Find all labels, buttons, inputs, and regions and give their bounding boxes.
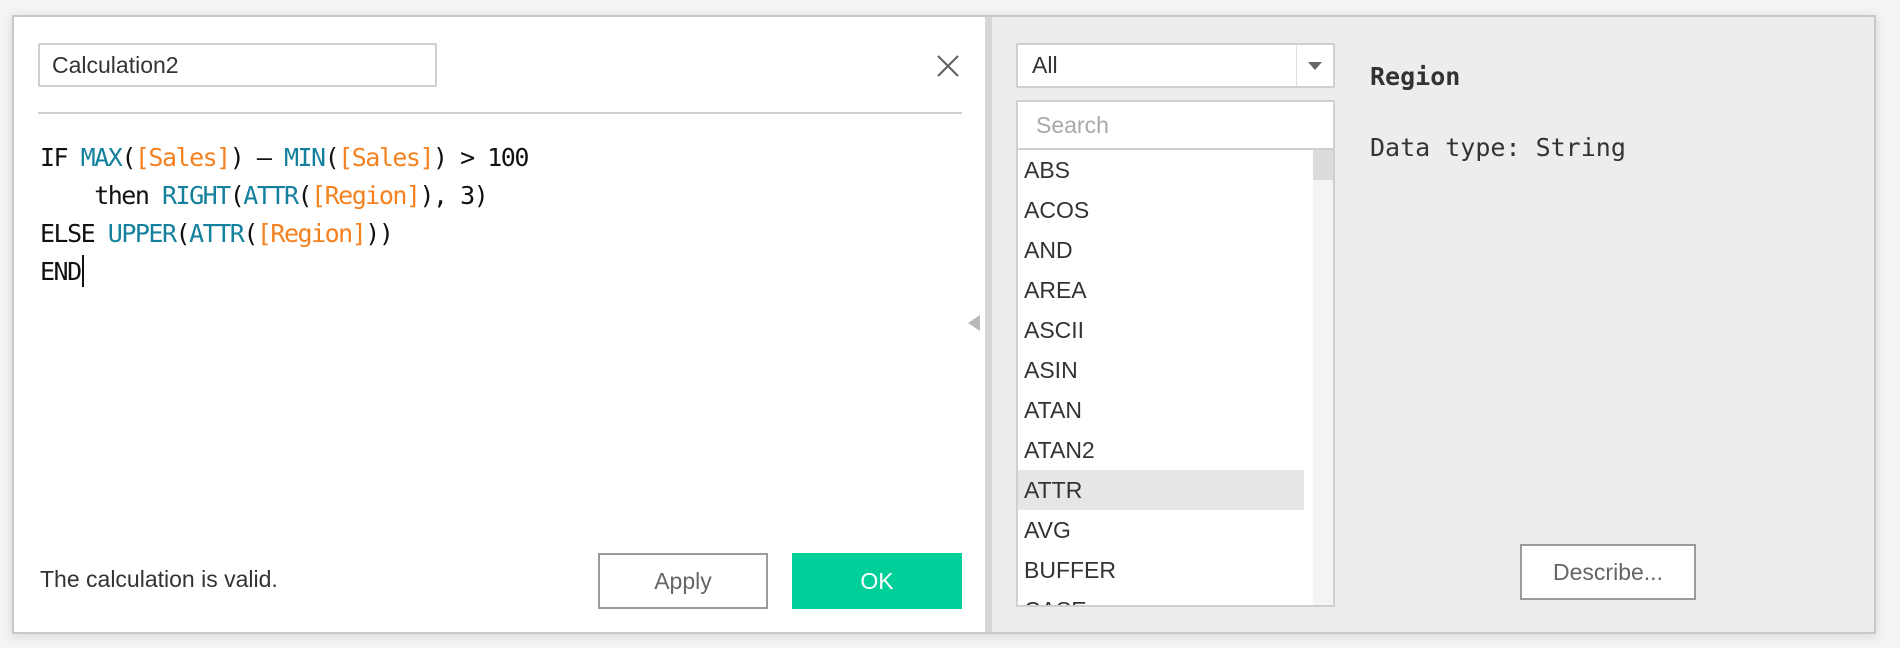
formula-field: [Region] [256,219,367,248]
function-list-item[interactable]: ATTR [1018,470,1304,510]
function-category-dropdown[interactable]: All [1016,43,1335,88]
formula-text: ELSE [40,219,108,248]
function-list-item[interactable]: ATAN [1018,390,1304,430]
function-list-item[interactable]: ASIN [1018,350,1304,390]
formula-text: END [40,257,82,286]
function-list-item[interactable]: ACOS [1018,190,1304,230]
formula-text: then [40,181,162,210]
function-list-item[interactable]: ATAN2 [1018,430,1304,470]
text-cursor [81,255,84,287]
function-list-item[interactable]: ASCII [1018,310,1304,350]
formula-text: ) – [229,143,284,172]
formula-text: ( [297,181,313,210]
function-list-item[interactable]: AVG [1018,510,1304,550]
chevron-down-icon [1308,62,1322,70]
formula-text: ) > 100 [433,143,529,172]
formula-function: ATTR [243,181,299,210]
apply-button[interactable]: Apply [598,553,768,609]
formula-text: ( [229,181,245,210]
formula-text: )) [365,219,394,248]
ok-button[interactable]: OK [792,553,962,609]
function-list-item[interactable]: AND [1018,230,1304,270]
list-scrollbar[interactable] [1313,150,1333,605]
formula-field: [Sales] [134,143,231,172]
calculation-name-input[interactable] [38,43,437,87]
formula-function: RIGHT [161,181,231,210]
collapse-arrow-icon[interactable] [968,315,980,331]
formula-text: IF [40,143,81,172]
formula-function: UPPER [107,219,177,248]
validation-status: The calculation is valid. [40,566,278,592]
dropdown-divider [1296,45,1297,86]
calc-editor-panel: IF MAX([Sales]) – MIN([Sales]) > 100 the… [14,17,985,632]
close-button[interactable] [934,52,962,80]
scrollbar-thumb[interactable] [1313,150,1333,180]
header-divider [38,112,962,114]
formula-function: ATTR [189,219,245,248]
describe-button[interactable]: Describe... [1520,544,1696,600]
close-icon [937,55,959,77]
formula-line: ELSE UPPER(ATTR([Region])) [40,215,960,253]
dropdown-selected-value: All [1032,52,1058,78]
formula-line: END [40,253,960,291]
function-list-item[interactable]: ABS [1018,150,1304,190]
formula-line: then RIGHT(ATTR([Region]), 3) [40,177,960,215]
panel-splitter[interactable] [985,17,992,632]
function-list-item[interactable]: BUFFER [1018,550,1304,590]
function-list-item[interactable]: AREA [1018,270,1304,310]
function-info-title: Region [1370,62,1461,91]
formula-editor[interactable]: IF MAX([Sales]) – MIN([Sales]) > 100 the… [40,139,960,539]
formula-text: ( [324,143,340,172]
calculation-dialog: IF MAX([Sales]) – MIN([Sales]) > 100 the… [12,15,1876,634]
formula-text: ( [175,219,191,248]
function-search-input[interactable] [1016,100,1335,149]
formula-field: [Region] [311,181,421,210]
function-list: ABS ACOS AND AREA ASCII ASIN ATAN ATAN2 ATTR AVG B… [1016,148,1335,607]
formula-text: ), 3) [419,181,489,210]
formula-function: MAX [80,143,123,172]
function-info-datatype: Data type: String [1370,133,1626,162]
formula-text: ( [121,143,136,172]
formula-text: ( [243,219,258,248]
formula-field: [Sales] [338,143,434,172]
formula-function: MIN [283,143,326,172]
formula-line: IF MAX([Sales]) – MIN([Sales]) > 100 [40,139,960,177]
function-list-item[interactable]: CASE [1018,590,1304,605]
